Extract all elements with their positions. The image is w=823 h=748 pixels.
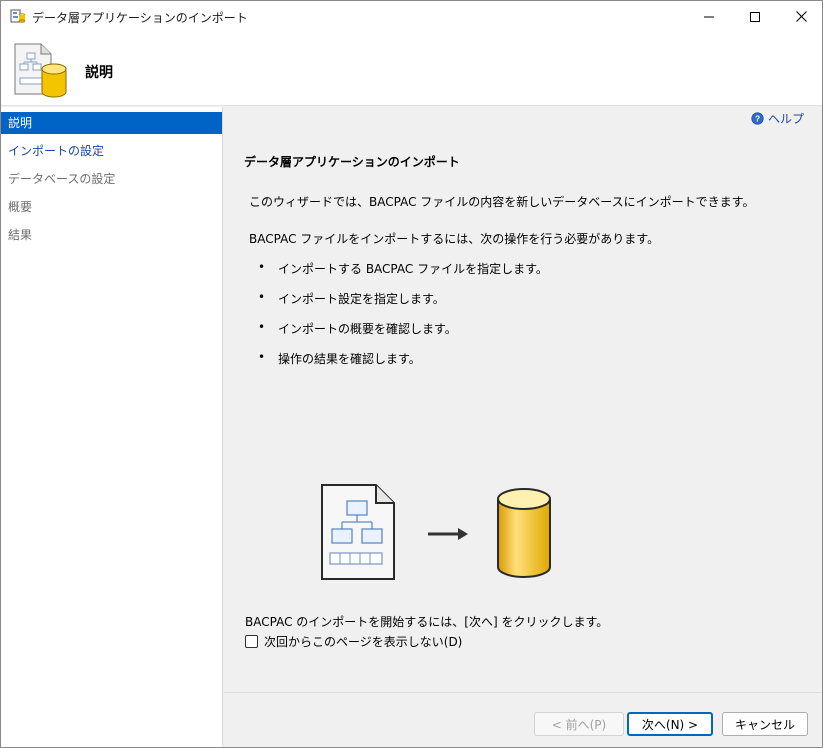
nav-item-description[interactable]: 説明 [1,112,222,134]
import-wizard-window: データ層アプリケーションのインポート 説明 説明 インポートの設定 データベース… [0,0,823,748]
skip-page-label[interactable]: 次回からこのページを表示しない(D) [264,633,462,650]
svg-text:?: ? [755,114,760,124]
intro-text: このウィザードでは、BACPAC ファイルの内容を新しいデータベースにインポート… [249,195,755,209]
start-instruction: BACPAC のインポートを開始するには、[次へ] をクリックします。 [245,615,609,629]
bacpac-file-icon [321,484,395,580]
steps-list: インポートする BACPAC ファイルを指定します。 インポート設定を指定します… [258,260,548,380]
list-item: インポートの概要を確認します。 [258,320,548,350]
page-header-banner: 説明 [1,32,822,106]
skip-page-checkbox[interactable] [245,635,258,648]
minimize-icon [704,16,714,17]
skip-page-option[interactable]: 次回からこのページを表示しない(D) [245,633,462,650]
help-link[interactable]: ? ヘルプ [751,110,804,127]
window-title: データ層アプリケーションのインポート [32,11,248,25]
nav-item-database-settings: データベースの設定 [8,172,116,186]
nav-item-results: 結果 [8,228,33,242]
next-button[interactable]: 次へ(N) > [627,712,713,736]
arrow-right-icon [428,528,468,540]
list-item: 操作の結果を確認します。 [258,350,548,380]
minimize-button[interactable] [686,1,732,32]
close-icon [795,11,807,22]
requirements-text: BACPAC ファイルをインポートするには、次の操作を行う必要があります。 [249,232,660,246]
data-tier-app-icon [10,9,26,23]
page-title: 説明 [85,65,113,81]
cancel-button[interactable]: キャンセル [722,712,808,736]
list-item: インポートする BACPAC ファイルを指定します。 [258,260,548,290]
wizard-step-nav: 説明 インポートの設定 データベースの設定 概要 結果 [1,107,223,747]
main-content: ? ヘルプ データ層アプリケーションのインポート このウィザードでは、BACPA… [224,107,822,692]
import-illustration [321,484,551,580]
close-button[interactable] [778,1,822,32]
list-item: インポート設定を指定します。 [258,290,548,320]
back-button[interactable]: < 前へ(P) [534,712,624,736]
nav-item-summary: 概要 [8,200,33,214]
maximize-button[interactable] [732,1,778,32]
wizard-footer: < 前へ(P) 次へ(N) > キャンセル [224,692,822,747]
database-icon [497,488,551,578]
help-label[interactable]: ヘルプ [768,110,804,127]
title-bar: データ層アプリケーションのインポート [1,1,822,32]
nav-item-import-settings[interactable]: インポートの設定 [1,140,222,162]
maximize-icon [750,11,760,22]
section-title: データ層アプリケーションのインポート [244,155,460,169]
bacpac-database-icon [14,43,67,98]
help-icon: ? [751,112,764,125]
